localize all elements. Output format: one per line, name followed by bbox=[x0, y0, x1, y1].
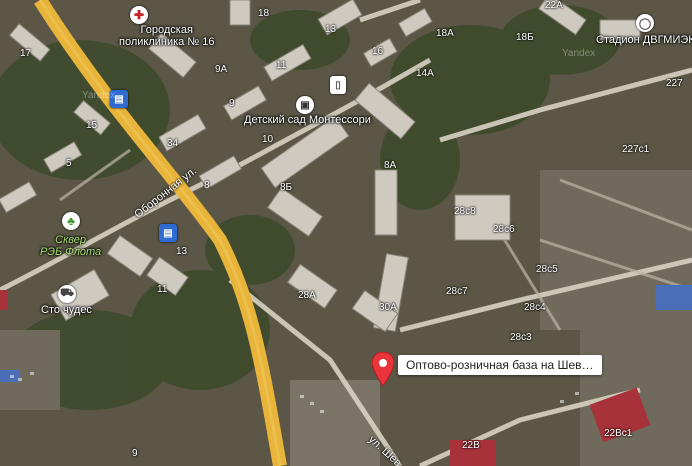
location-pin-icon[interactable] bbox=[372, 352, 394, 386]
kindergarten-icon[interactable]: ▣ bbox=[296, 96, 314, 114]
house-number: 8А bbox=[384, 160, 397, 171]
house-number: 5 bbox=[66, 158, 72, 169]
satellite-map[interactable]: ✚ ▣ ▯ ◯ ▤ ▤ ♣ ⛟ Городская поликлиника № … bbox=[0, 0, 692, 466]
house-number: 8 bbox=[204, 180, 210, 191]
house-number: 14А bbox=[416, 68, 434, 79]
house-number: 28с7 bbox=[446, 286, 468, 297]
poi-stadium[interactable]: Стадион ДВГМИЭК bbox=[596, 34, 692, 46]
poi-polyclinic-line1: Городская bbox=[140, 24, 193, 36]
car-service-icon[interactable]: ⛟ bbox=[58, 285, 76, 303]
medical-cross-icon[interactable]: ✚ bbox=[130, 6, 148, 24]
poi-square-line2: РЭБ Флота bbox=[40, 246, 102, 258]
house-number: 28с4 bbox=[524, 302, 546, 313]
location-popup[interactable]: Оптово-розничная база на Шев… bbox=[398, 355, 602, 375]
house-number: 9А bbox=[215, 64, 228, 75]
house-number: 13 bbox=[176, 246, 188, 257]
house-number: 18 bbox=[258, 8, 270, 19]
poi-kindergarten[interactable]: Детский сад Монтессори bbox=[244, 114, 371, 126]
poi-square-line1: Сквер bbox=[55, 234, 87, 246]
house-number: 28с3 bbox=[510, 332, 532, 343]
house-number: 22А bbox=[545, 0, 563, 11]
house-number: 28с8 bbox=[454, 206, 476, 217]
yandex-watermark-2: Yandex bbox=[562, 48, 596, 59]
house-number: 8Б bbox=[280, 182, 293, 193]
house-number: 28с5 bbox=[536, 264, 558, 275]
house-number: 11 bbox=[276, 60, 287, 71]
house-number: 13 bbox=[325, 24, 337, 35]
stadium-icon[interactable]: ◯ bbox=[636, 14, 654, 32]
house-number: 28с6 bbox=[493, 224, 515, 235]
house-number: 227 bbox=[666, 78, 683, 89]
house-number: 18А bbox=[436, 28, 454, 39]
house-number: 28А bbox=[298, 290, 316, 301]
house-number: 34 bbox=[167, 138, 179, 149]
poi-sto[interactable]: Сто чудес bbox=[41, 304, 92, 316]
house-number: 30А bbox=[379, 302, 397, 313]
tree-icon[interactable]: ♣ bbox=[62, 212, 80, 230]
house-number: 22В bbox=[462, 440, 480, 451]
house-number: 16 bbox=[372, 46, 384, 57]
poi-square[interactable]: Сквер РЭБ Флота bbox=[40, 234, 101, 258]
bus-stop-icon[interactable]: ▤ bbox=[159, 224, 177, 242]
poi-polyclinic-line2: поликлиника № 16 bbox=[119, 36, 215, 48]
house-number: 9 bbox=[132, 448, 138, 459]
house-number: 22Вс1 bbox=[604, 428, 633, 439]
building-icon[interactable]: ▯ bbox=[330, 76, 346, 94]
house-number: 11 bbox=[157, 284, 168, 295]
map-imagery bbox=[0, 0, 692, 466]
house-number: 10 bbox=[262, 134, 274, 145]
poi-polyclinic[interactable]: Городская поликлиника № 16 bbox=[119, 24, 214, 48]
yandex-watermark: Yandex bbox=[82, 90, 116, 101]
house-number: 9 bbox=[229, 98, 235, 109]
house-number: 227с1 bbox=[622, 144, 650, 155]
house-number: 18Б bbox=[516, 32, 534, 43]
house-number: 15 bbox=[86, 120, 98, 131]
house-number: 17 bbox=[20, 48, 32, 59]
